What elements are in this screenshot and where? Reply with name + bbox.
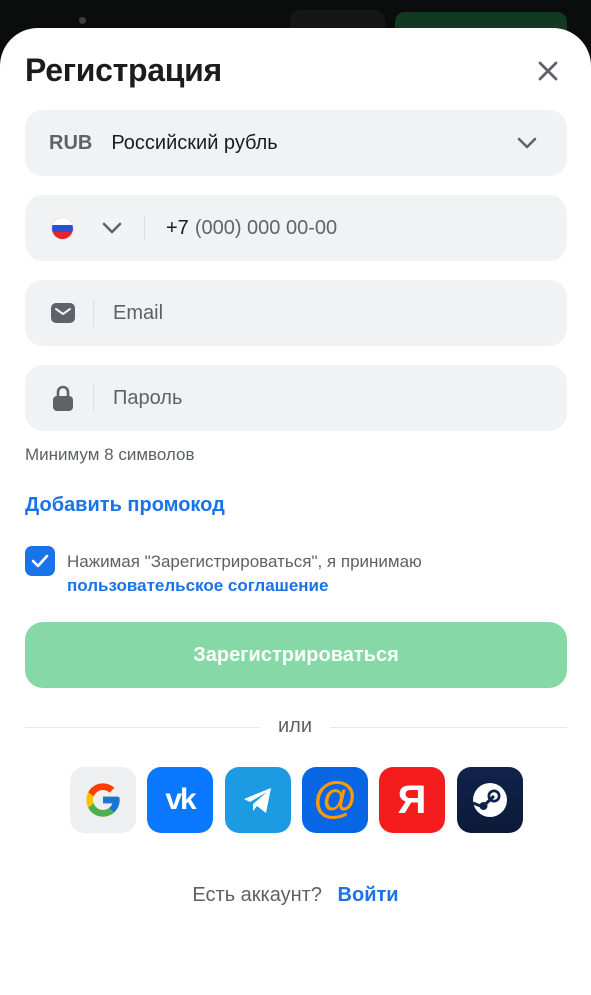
field-separator xyxy=(93,300,94,326)
divider-line xyxy=(330,727,567,728)
register-button[interactable]: Зарегистрироваться xyxy=(25,622,567,688)
telegram-login-button[interactable] xyxy=(225,767,291,833)
close-button[interactable] xyxy=(532,55,564,87)
password-field[interactable]: Пароль xyxy=(25,365,567,431)
password-input[interactable]: Пароль xyxy=(113,387,182,410)
login-prompt: Есть аккаунт? Войти xyxy=(0,884,591,907)
currency-name: Российский рубль xyxy=(111,131,278,154)
modal-title: Регистрация xyxy=(25,52,222,88)
status-dot xyxy=(79,17,86,24)
user-agreement-link[interactable]: пользовательское соглашение xyxy=(67,574,328,598)
agreement-checkbox[interactable] xyxy=(25,546,55,576)
have-account-text: Есть аккаунт? xyxy=(192,884,322,906)
google-login-button[interactable] xyxy=(70,767,136,833)
currency-select[interactable]: RUB Российский рубль xyxy=(25,110,567,176)
phone-input[interactable]: (000) 000 00-00 xyxy=(195,217,337,240)
envelope-icon xyxy=(50,300,76,326)
checkmark-icon xyxy=(31,554,49,568)
email-input[interactable]: Email xyxy=(113,302,163,325)
steam-icon xyxy=(472,783,507,817)
google-icon xyxy=(86,783,120,817)
field-separator xyxy=(144,215,145,241)
mail-ru-login-button[interactable]: @ xyxy=(302,767,368,833)
divider-label: или xyxy=(277,715,312,737)
yandex-icon: Я xyxy=(397,777,427,822)
phone-prefix: +7 xyxy=(166,216,189,239)
steam-login-button[interactable] xyxy=(457,767,523,833)
phone-field[interactable]: +7 (000) 000 00-00 xyxy=(25,195,567,261)
chevron-down-icon xyxy=(517,137,537,149)
lock-icon xyxy=(50,385,76,411)
mail-ru-icon: @ xyxy=(313,773,357,822)
divider-line xyxy=(25,727,260,728)
agreement-text: Нажимая "Зарегистрироваться", я принимаю xyxy=(67,552,422,571)
telegram-icon xyxy=(244,788,271,813)
vk-icon: vk xyxy=(165,783,196,816)
field-separator xyxy=(93,385,94,411)
close-icon xyxy=(538,61,558,81)
currency-code: RUB xyxy=(49,131,93,154)
login-link[interactable]: Войти xyxy=(338,884,399,906)
yandex-login-button[interactable]: Я xyxy=(379,767,445,833)
add-promo-code-link[interactable]: Добавить промокод xyxy=(25,494,225,517)
vk-login-button[interactable]: vk xyxy=(147,767,213,833)
email-field[interactable]: Email xyxy=(25,280,567,346)
country-chevron-down-icon[interactable] xyxy=(100,216,124,240)
russia-flag-icon[interactable] xyxy=(51,216,74,240)
password-hint: Минимум 8 символов xyxy=(25,445,195,464)
